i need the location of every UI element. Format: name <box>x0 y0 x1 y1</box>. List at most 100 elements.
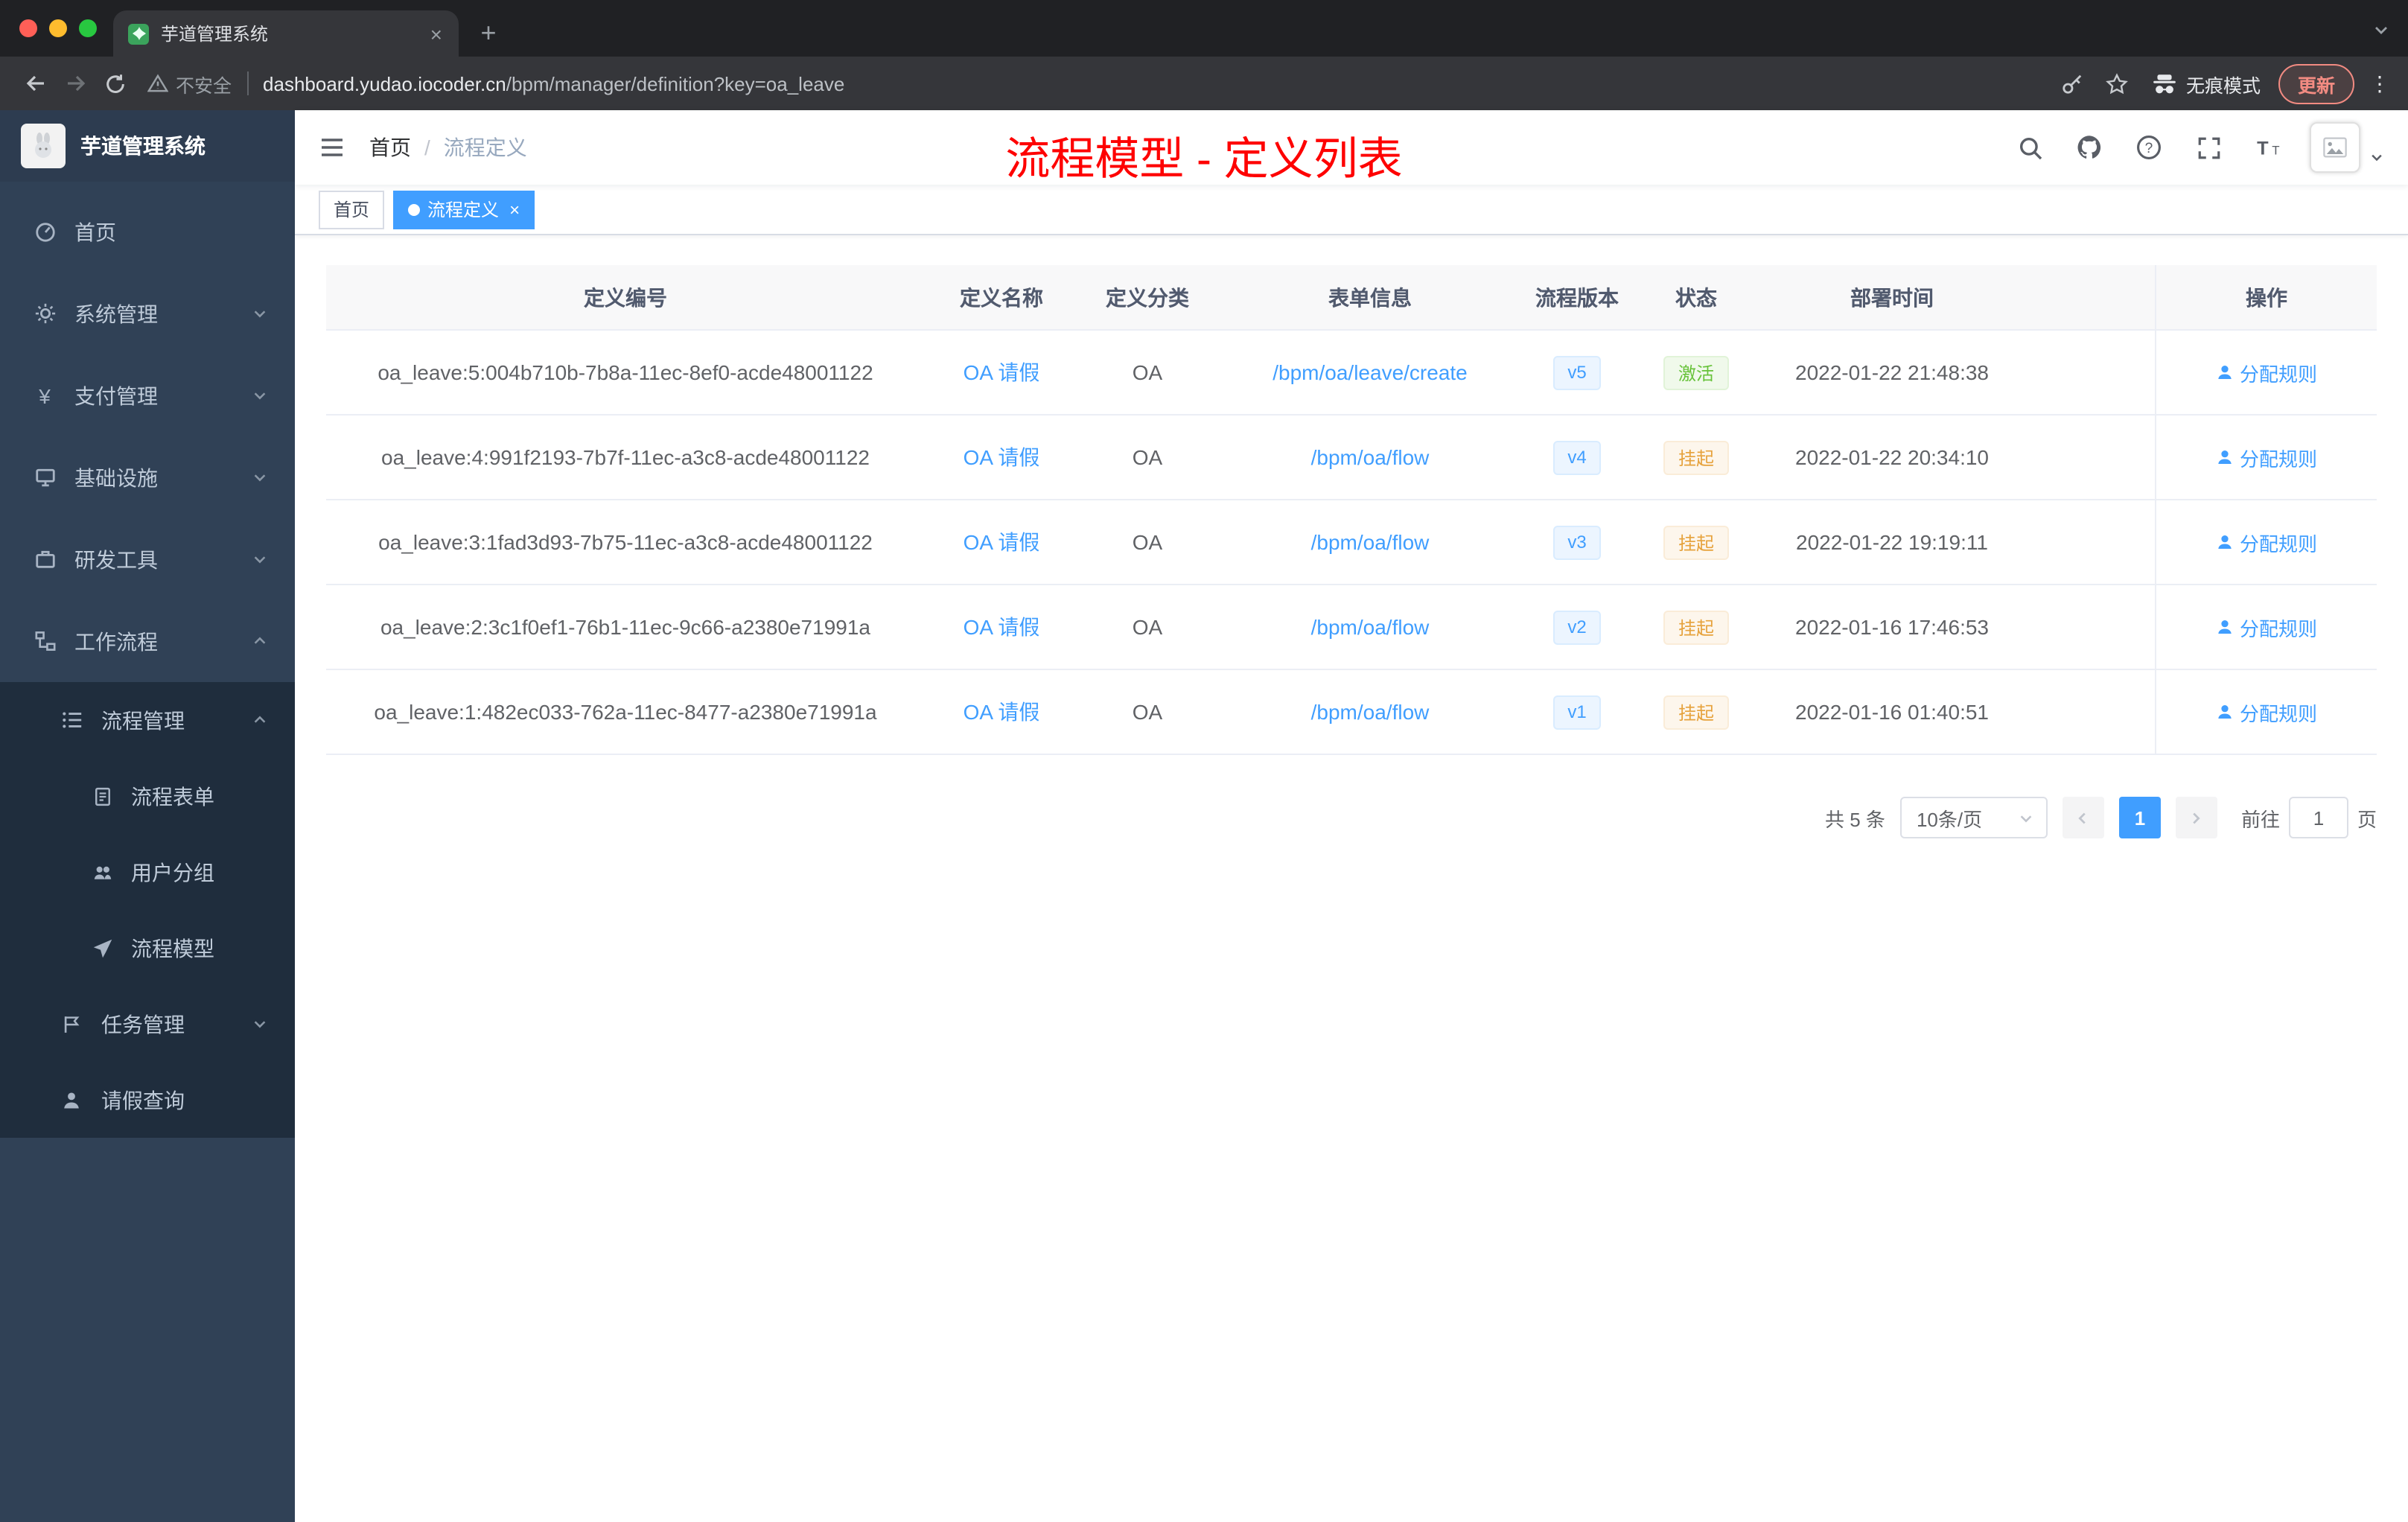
chevron-down-icon <box>2018 809 2034 826</box>
breadcrumb-home-link[interactable]: 首页 <box>369 133 411 162</box>
fullscreen-icon[interactable] <box>2191 130 2226 165</box>
form-info-link[interactable]: /bpm/oa/leave/create <box>1273 360 1468 384</box>
page-size-select[interactable]: 10条/页 <box>1899 797 2048 838</box>
close-window-button[interactable] <box>19 19 37 37</box>
svg-text:?: ? <box>2145 141 2153 156</box>
tag-label: 首页 <box>334 200 370 220</box>
user-icon <box>2218 366 2232 379</box>
goto-label: 前往 <box>2240 808 2280 830</box>
app-navbar: 首页 / 流程定义 ? TT <box>295 110 2408 185</box>
workflow-icon <box>33 629 57 653</box>
definition-name-link[interactable]: OA 请假 <box>963 442 1040 472</box>
sidebar-item-label: 流程模型 <box>131 936 214 960</box>
breadcrumb-separator: / <box>424 136 430 159</box>
deploy-time-cell: 2022-01-16 01:40:51 <box>1795 700 1989 724</box>
browser-tab[interactable]: 芋道管理系统 × <box>113 10 459 57</box>
sidebar-submenu-workflow: 流程管理 流程表单 用户分组 流程模型 任务管理 请假查询 <box>0 682 295 1138</box>
user-icon <box>2218 450 2232 464</box>
version-tag: v3 <box>1552 525 1602 559</box>
tag-process-definition[interactable]: 流程定义 × <box>393 190 535 229</box>
form-info-link[interactable]: /bpm/oa/flow <box>1311 700 1430 724</box>
table-row: oa_leave:3:1fad3d93-7b75-11ec-a3c8-acde4… <box>326 500 2377 585</box>
browser-menu-icon[interactable]: ⋮ <box>2366 71 2393 96</box>
assign-rule-link[interactable]: 分配规则 <box>2216 358 2317 386</box>
assign-rule-link[interactable]: 分配规则 <box>2216 613 2317 641</box>
assign-rule-link[interactable]: 分配规则 <box>2216 528 2317 556</box>
assign-rule-link[interactable]: 分配规则 <box>2216 443 2317 471</box>
bookmark-star-icon[interactable] <box>2098 64 2137 103</box>
user-icon <box>2218 535 2232 549</box>
caret-down-icon[interactable] <box>2369 150 2384 165</box>
sidebar-item-system[interactable]: 系统管理 <box>0 273 295 354</box>
forward-icon[interactable] <box>55 63 95 104</box>
new-tab-button[interactable]: + <box>468 12 509 54</box>
sidebar-item-workflow[interactable]: 工作流程 <box>0 600 295 682</box>
incognito-icon <box>2153 74 2176 93</box>
status-tag: 挂起 <box>1663 695 1729 729</box>
sidebar-item-label: 支付管理 <box>74 383 158 407</box>
tag-close-icon[interactable]: × <box>506 200 520 218</box>
definition-category-cell: OA <box>1132 700 1163 724</box>
form-info-link[interactable]: /bpm/oa/flow <box>1311 445 1430 469</box>
definition-name-link[interactable]: OA 请假 <box>963 527 1040 557</box>
sidebar-item-process-management[interactable]: 流程管理 <box>0 682 295 758</box>
url-bar[interactable]: dashboard.yudao.iocoder.cn/bpm/manager/d… <box>263 72 844 95</box>
sidebar-item-process-model[interactable]: 流程模型 <box>0 910 295 986</box>
update-button[interactable]: 更新 <box>2278 63 2354 104</box>
sidebar-item-dev-tools[interactable]: 研发工具 <box>0 518 295 600</box>
definition-table: 定义编号 定义名称 定义分类 表单信息 流程版本 状态 部署时间 操作 oa_l… <box>326 265 2377 755</box>
status-tag: 挂起 <box>1663 525 1729 559</box>
minimize-window-button[interactable] <box>49 19 67 37</box>
column-header: 定义名称 <box>960 285 1043 309</box>
url-host: dashboard.yudao.iocoder.cn <box>263 72 506 95</box>
next-page-button[interactable] <box>2175 797 2217 838</box>
form-info-link[interactable]: /bpm/oa/flow <box>1311 530 1430 554</box>
table-spacer <box>2022 265 2156 329</box>
search-icon[interactable] <box>2012 130 2048 165</box>
browser-window: 芋道管理系统 × + 不安全 dashboard.yudao.iocoder.c… <box>0 0 2408 1522</box>
sidebar-item-home[interactable]: 首页 <box>0 191 295 273</box>
sidebar-item-process-form[interactable]: 流程表单 <box>0 758 295 834</box>
github-icon[interactable] <box>2071 130 2107 165</box>
chevron-up-icon <box>252 712 268 728</box>
version-tag: v4 <box>1552 440 1602 474</box>
definition-id-cell: oa_leave:2:3c1f0ef1-76b1-11ec-9c66-a2380… <box>380 615 870 639</box>
definition-name-link[interactable]: OA 请假 <box>963 357 1040 387</box>
tab-search-caret-icon[interactable] <box>2372 21 2390 39</box>
sidebar-item-task-management[interactable]: 任务管理 <box>0 986 295 1062</box>
tag-home[interactable]: 首页 <box>319 190 385 229</box>
chevron-up-icon <box>252 633 268 649</box>
form-info-link[interactable]: /bpm/oa/flow <box>1311 615 1430 639</box>
sidebar-item-leave-query[interactable]: 请假查询 <box>0 1062 295 1138</box>
definition-id-cell: oa_leave:3:1fad3d93-7b75-11ec-a3c8-acde4… <box>378 530 873 554</box>
goto-page-input[interactable] <box>2288 797 2348 838</box>
reload-icon[interactable] <box>95 63 136 104</box>
hamburger-icon[interactable] <box>319 134 345 161</box>
tab-close-icon[interactable]: × <box>426 22 447 45</box>
site-security-info[interactable]: 不安全 <box>147 69 232 98</box>
sidebar-item-payment[interactable]: ¥ 支付管理 <box>0 354 295 436</box>
url-path: /bpm/manager/definition?key=oa_leave <box>506 72 845 95</box>
definition-name-link[interactable]: OA 请假 <box>963 697 1040 727</box>
sidebar-logo[interactable]: 芋道管理系统 <box>0 110 295 182</box>
zoom-window-button[interactable] <box>79 19 97 37</box>
avatar[interactable] <box>2310 122 2360 173</box>
table-spacer <box>2022 500 2156 584</box>
sidebar-item-label: 工作流程 <box>74 629 158 653</box>
sidebar-item-label: 流程管理 <box>101 708 185 732</box>
column-header: 定义分类 <box>1106 285 1189 309</box>
font-size-icon[interactable]: TT <box>2250 130 2286 165</box>
help-icon[interactable]: ? <box>2131 130 2167 165</box>
users-icon <box>92 862 113 882</box>
column-header: 流程版本 <box>1535 285 1619 309</box>
back-icon[interactable] <box>15 63 55 104</box>
assign-rule-link[interactable]: 分配规则 <box>2216 698 2317 726</box>
paper-plane-icon <box>92 937 113 958</box>
sidebar-item-user-group[interactable]: 用户分组 <box>0 834 295 910</box>
definition-name-link[interactable]: OA 请假 <box>963 612 1040 642</box>
page-number-button[interactable]: 1 <box>2118 797 2161 838</box>
prev-page-button[interactable] <box>2062 797 2104 838</box>
column-header: 部署时间 <box>1850 285 1934 309</box>
sidebar-item-infrastructure[interactable]: 基础设施 <box>0 436 295 518</box>
password-key-icon[interactable] <box>2054 64 2092 103</box>
